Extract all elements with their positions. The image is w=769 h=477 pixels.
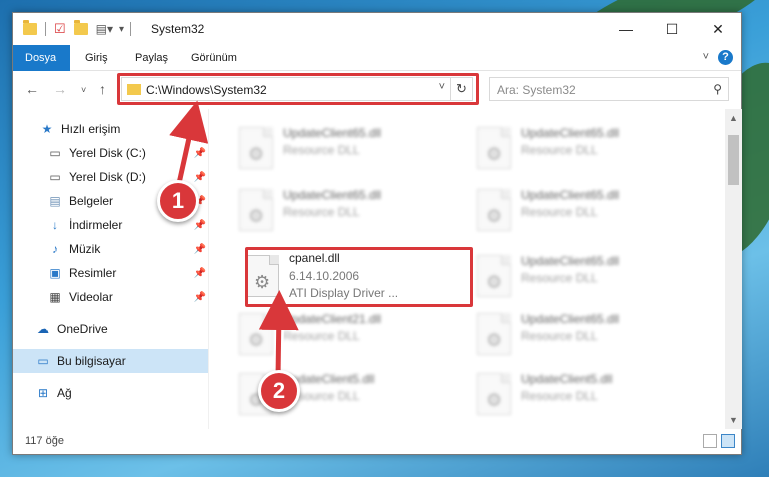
properties-icon[interactable]: ☑: [54, 21, 66, 37]
computer-icon: ▭: [37, 354, 49, 368]
sidebar-item-music[interactable]: ♪ Müzik 📌: [13, 237, 208, 261]
tab-share[interactable]: Paylaş: [123, 45, 180, 71]
file-tile[interactable]: ⚙ UpdateClient65.dll Resource DLL: [233, 119, 453, 181]
quick-access-toolbar: ☑ ▤▾ ▾: [23, 20, 132, 37]
pin-icon[interactable]: 📌: [194, 172, 206, 183]
chevron-down-icon[interactable]: ▾: [119, 24, 124, 35]
pictures-icon: ▣: [49, 266, 61, 280]
dll-file-icon: ⚙: [239, 127, 273, 169]
music-icon: ♪: [52, 242, 58, 256]
new-folder-icon[interactable]: [73, 20, 88, 35]
scroll-down-icon[interactable]: ▼: [729, 415, 738, 425]
scrollbar-thumb[interactable]: [728, 135, 739, 185]
sidebar-item-this-pc[interactable]: ▭ Bu bilgisayar: [13, 349, 208, 373]
pin-icon[interactable]: 📌: [194, 244, 206, 255]
dll-file-icon: ⚙: [239, 189, 273, 231]
folder-icon: [23, 20, 37, 35]
status-bar: 117 öğe: [13, 430, 741, 454]
highlight-box-file: [245, 247, 473, 307]
search-placeholder: Ara: System32: [497, 83, 576, 97]
pin-icon[interactable]: 📌: [194, 268, 206, 279]
file-tile[interactable]: ⚙ UpdateClient65.dll Resource DLL: [471, 119, 691, 181]
navigation-bar: ← → ˅ ↑ C:\Windows\System32 ˅ ↻ Ara: Sys…: [13, 71, 741, 109]
documents-icon: ▤: [49, 194, 61, 208]
customize-toolbar-icon[interactable]: ▤▾: [96, 22, 113, 36]
close-icon[interactable]: ✕: [695, 13, 741, 45]
step-marker-1: 1: [157, 180, 199, 222]
file-tile[interactable]: ⚙ UpdateClient65.dll Resource DLL: [233, 181, 453, 243]
sidebar-item-disk-c[interactable]: ▭ Yerel Disk (C:) 📌: [13, 141, 208, 165]
sidebar-item-videos[interactable]: ▦ Videolar 📌: [13, 285, 208, 309]
tab-home[interactable]: Giriş: [73, 45, 120, 71]
tab-file[interactable]: Dosya: [13, 45, 70, 71]
recent-locations-icon[interactable]: ˅: [81, 85, 86, 95]
back-icon[interactable]: ←: [25, 81, 39, 97]
drive-icon: ▭: [49, 170, 61, 184]
drive-icon: ▭: [49, 146, 61, 160]
details-view-icon[interactable]: [703, 434, 717, 448]
download-icon: ↓: [52, 218, 58, 232]
file-tile[interactable]: ⚙ UpdateClient21.dll Resource DLL: [233, 305, 453, 367]
expand-ribbon-icon[interactable]: ˅: [703, 51, 709, 63]
network-icon: ⊞: [37, 386, 49, 400]
tab-view[interactable]: Görünüm: [179, 45, 249, 71]
search-icon[interactable]: ⚲: [713, 82, 722, 96]
pin-icon[interactable]: 📌: [194, 148, 206, 159]
title-bar: ☑ ▤▾ ▾ System32 — ☐ ✕: [13, 13, 741, 45]
dll-file-icon: ⚙: [477, 373, 511, 415]
file-tile[interactable]: ⚙ UpdateClient65.dll Resource DLL: [471, 247, 691, 309]
item-count: 117 öğe: [25, 435, 64, 447]
videos-icon: ▦: [49, 290, 61, 304]
file-tile[interactable]: ⚙ UpdateClient65.dll Resource DLL: [471, 181, 691, 243]
star-icon: ★: [41, 122, 53, 136]
scroll-up-icon[interactable]: ▲: [729, 113, 738, 123]
tiles-view-icon[interactable]: [721, 434, 735, 448]
sidebar-item-quick-access[interactable]: ★ Hızlı erişim: [13, 117, 208, 141]
file-tile[interactable]: ⚙ UpdateClient5.dll Resource DLL: [471, 365, 691, 427]
dll-file-icon: ⚙: [239, 313, 273, 355]
up-icon[interactable]: ↑: [99, 81, 106, 97]
explorer-window: ☑ ▤▾ ▾ System32 — ☐ ✕ Dosya Giriş Paylaş…: [12, 12, 742, 455]
cloud-icon: ☁: [37, 322, 49, 336]
help-icon[interactable]: ?: [718, 50, 733, 65]
vertical-scrollbar[interactable]: ▲ ▼: [725, 109, 742, 429]
maximize-icon[interactable]: ☐: [649, 13, 695, 45]
dll-file-icon: ⚙: [477, 189, 511, 231]
file-tile[interactable]: ⚙ UpdateClient65.dll Resource DLL: [471, 305, 691, 367]
dll-file-icon: ⚙: [477, 255, 511, 297]
pin-icon[interactable]: 📌: [194, 292, 206, 303]
pane-divider[interactable]: [208, 109, 209, 429]
forward-icon[interactable]: →: [53, 81, 67, 97]
window-title: System32: [151, 22, 205, 36]
ribbon: Dosya Giriş Paylaş Görünüm ˅ ?: [13, 45, 741, 71]
minimize-icon[interactable]: —: [603, 13, 649, 45]
highlight-box-address: [117, 73, 479, 105]
pin-icon[interactable]: 📌: [194, 220, 206, 231]
navigation-pane: ★ Hızlı erişim ▭ Yerel Disk (C:) 📌 ▭ Yer…: [13, 113, 208, 413]
search-input[interactable]: Ara: System32 ⚲: [489, 77, 729, 101]
dll-file-icon: ⚙: [477, 127, 511, 169]
sidebar-item-pictures[interactable]: ▣ Resimler 📌: [13, 261, 208, 285]
dll-file-icon: ⚙: [477, 313, 511, 355]
sidebar-item-network[interactable]: ⊞ Ağ: [13, 381, 208, 405]
step-marker-2: 2: [258, 370, 300, 412]
sidebar-item-onedrive[interactable]: ☁ OneDrive: [13, 317, 208, 341]
